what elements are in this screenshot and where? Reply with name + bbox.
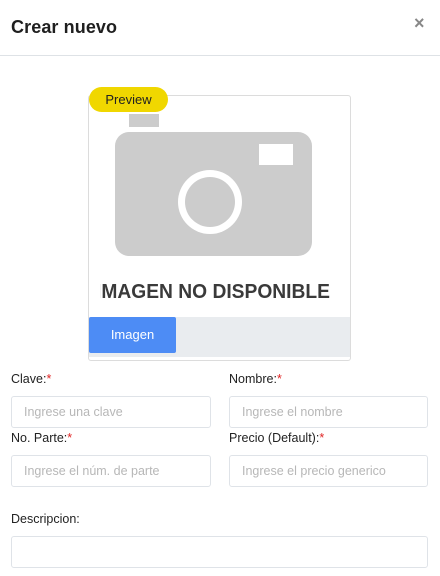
precio-label: Precio (Default):*	[229, 431, 324, 445]
clave-input[interactable]	[11, 396, 211, 428]
upload-image-button[interactable]: Imagen	[89, 317, 176, 353]
close-icon[interactable]: ×	[414, 13, 425, 33]
no-parte-label: No. Parte:*	[11, 431, 72, 445]
no-image-text: IMAGEN NO DISPONIBLE	[100, 281, 330, 303]
preview-badge: Preview	[89, 87, 168, 112]
precio-label-text: Precio (Default):	[229, 431, 320, 445]
clave-label-text: Clave:	[11, 372, 47, 386]
required-mark: *	[67, 431, 73, 445]
nombre-label: Nombre:*	[229, 372, 282, 386]
required-mark: *	[319, 431, 325, 445]
descripcion-label: Descripcion:	[11, 512, 80, 526]
no-parte-label-text: No. Parte:	[11, 431, 68, 445]
nombre-label-text: Nombre:	[229, 372, 277, 386]
clave-label: Clave:*	[11, 372, 51, 386]
image-placeholder: IMAGEN NO DISPONIBLE	[100, 114, 330, 303]
required-mark: *	[276, 372, 282, 386]
camera-icon	[115, 114, 312, 256]
no-parte-input[interactable]	[11, 455, 211, 487]
descripcion-input[interactable]	[11, 536, 428, 568]
modal-header: Crear nuevo ×	[0, 0, 440, 56]
precio-input[interactable]	[229, 455, 428, 487]
modal-title: Crear nuevo	[11, 17, 118, 37]
nombre-input[interactable]	[229, 396, 428, 428]
required-mark: *	[46, 372, 52, 386]
